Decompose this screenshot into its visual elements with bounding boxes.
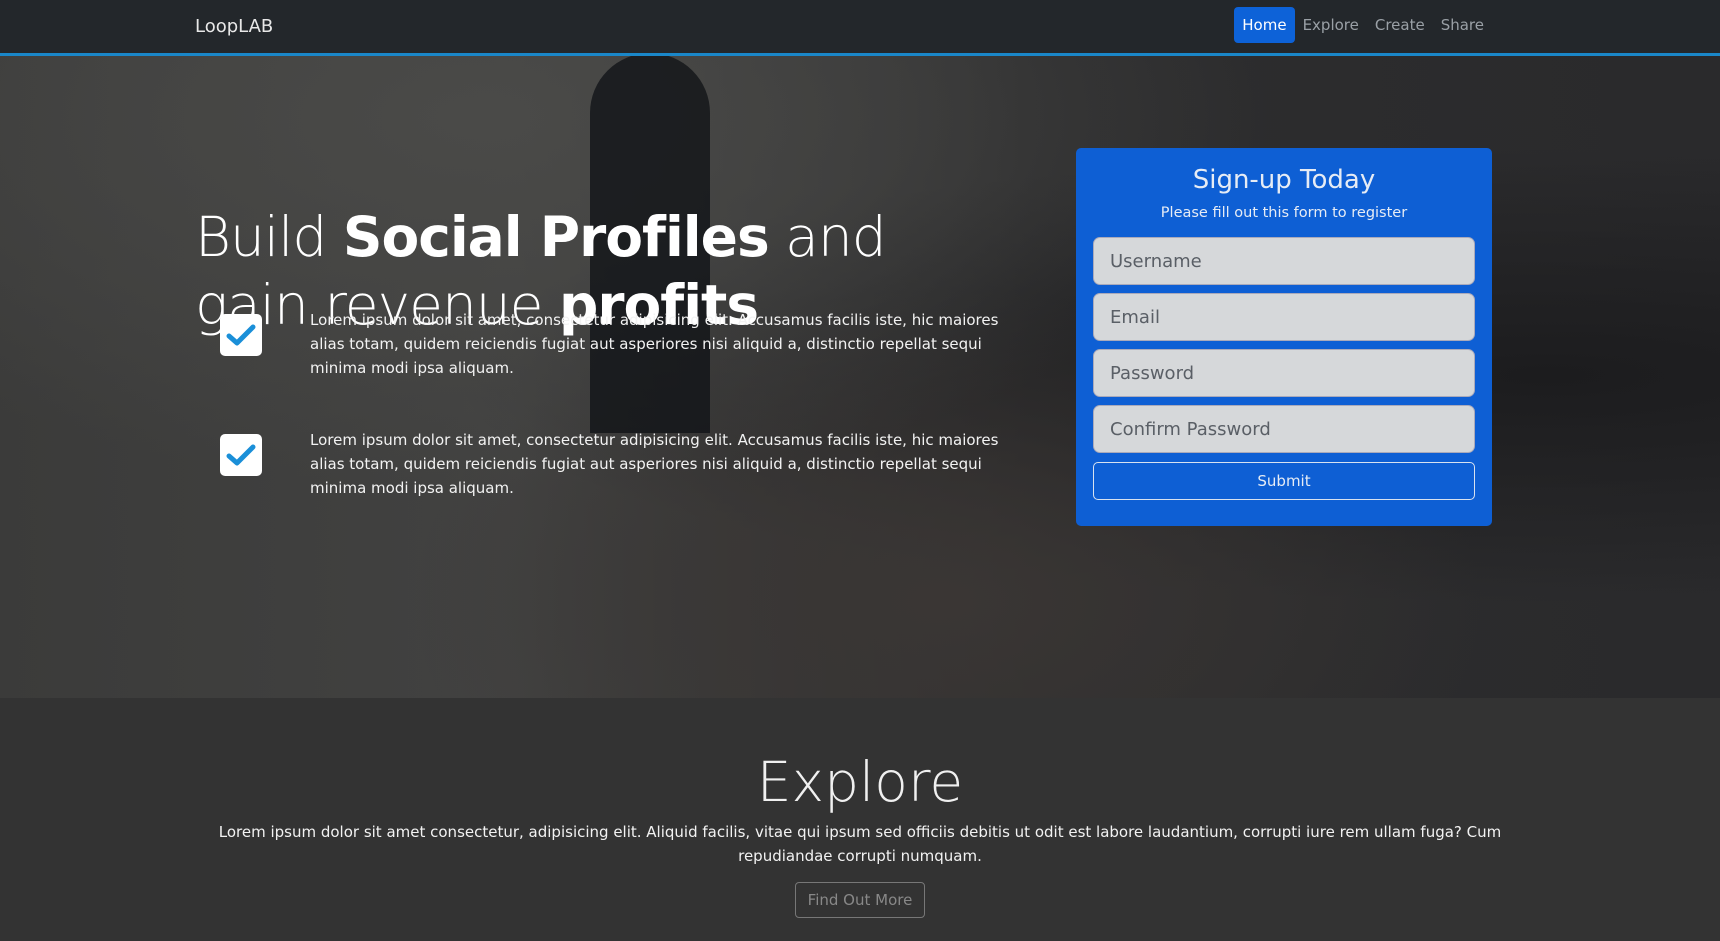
check-icon <box>220 434 262 476</box>
signup-title: Sign-up Today <box>1192 165 1376 195</box>
email-input[interactable] <box>1093 293 1475 341</box>
confirm-password-input[interactable] <box>1093 405 1475 453</box>
nav-link-share[interactable]: Share <box>1433 7 1492 43</box>
brand-logo[interactable]: LoopLAB <box>195 16 273 37</box>
explore-section: Explore Lorem ipsum dolor sit amet conse… <box>0 698 1720 941</box>
signup-subtitle: Please fill out this form to register <box>1160 205 1408 221</box>
username-input[interactable] <box>1093 237 1475 285</box>
nav-link-home[interactable]: Home <box>1234 7 1295 43</box>
feature-text: Lorem ipsum dolor sit amet, consectetur … <box>310 311 999 377</box>
title-emphasis: Social Profiles <box>342 205 770 269</box>
submit-button[interactable]: Submit <box>1093 462 1475 500</box>
explore-text: Lorem ipsum dolor sit amet consectetur, … <box>218 823 1502 865</box>
password-input[interactable] <box>1093 349 1475 397</box>
feature-text: Lorem ipsum dolor sit amet, consectetur … <box>310 431 999 497</box>
nav-links: Home Explore Create Share <box>1234 7 1492 43</box>
explore-title: Explore <box>756 750 964 814</box>
navbar: LoopLAB Home Explore Create Share <box>0 0 1720 56</box>
nav-link-create[interactable]: Create <box>1367 7 1433 43</box>
title-part: Build <box>195 205 343 269</box>
signup-form: Sign-up Today Please fill out this form … <box>1076 148 1492 526</box>
check-icon <box>220 314 262 356</box>
nav-link-explore[interactable]: Explore <box>1295 7 1367 43</box>
find-out-more-button[interactable]: Find Out More <box>794 882 926 918</box>
